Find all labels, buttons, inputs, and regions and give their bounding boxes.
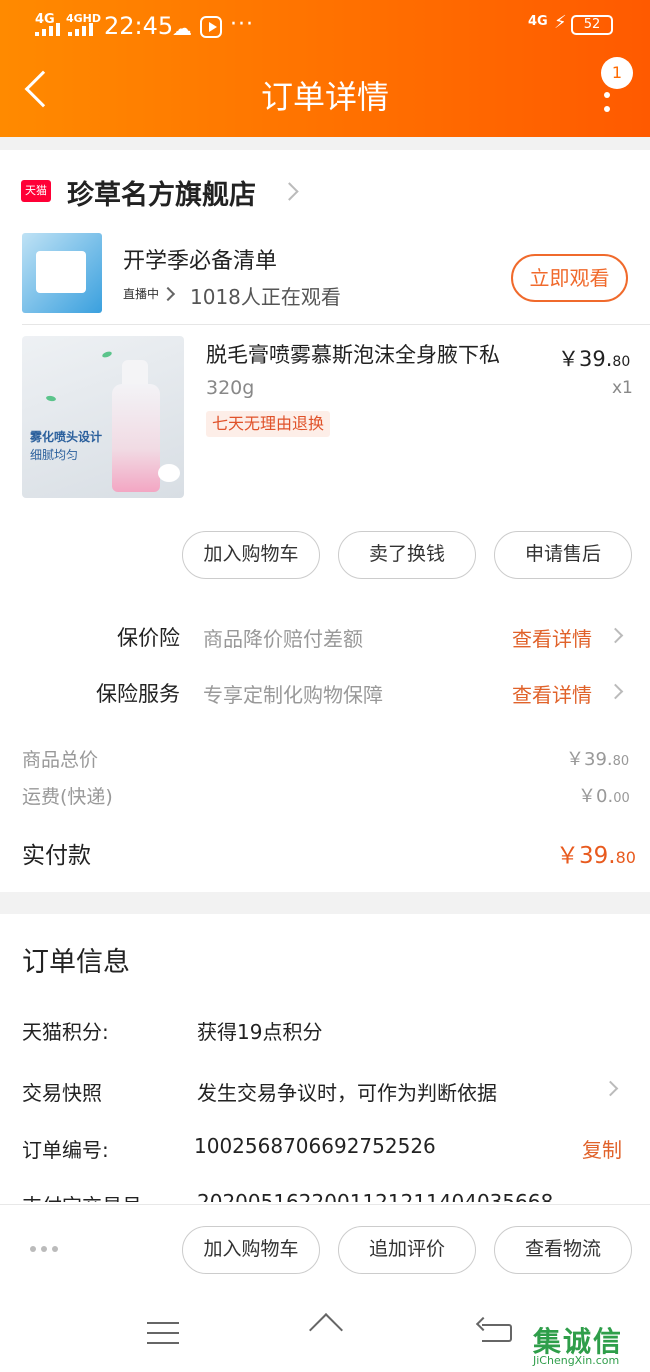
- points-value: 获得19点积分: [197, 1020, 323, 1044]
- network-label: 4G: [528, 14, 548, 29]
- live-status-tag: 直播中: [123, 287, 160, 301]
- video-app-icon: [200, 16, 222, 38]
- watermark-logo: 集诚信 JiChengXin.com: [533, 1320, 641, 1367]
- order-info-title: 订单信息: [22, 947, 130, 978]
- goods-total-value: ￥39.80: [566, 749, 630, 770]
- copy-order-number-button[interactable]: 复制: [582, 1134, 622, 1163]
- shop-name[interactable]: 珍草名方旗舰店: [67, 173, 256, 212]
- charging-icon: ⚡: [554, 12, 567, 33]
- home-icon[interactable]: [305, 1322, 345, 1342]
- price-protection-label: 保价险: [117, 626, 180, 650]
- leaf-icon: [101, 350, 113, 359]
- alipay-trade-label: 支付宝交易号:: [22, 1190, 149, 1202]
- clock: 22:45: [104, 12, 174, 40]
- paid-amount-label: 实付款: [22, 843, 91, 869]
- spray-can: [112, 384, 160, 492]
- resell-button[interactable]: 卖了换钱: [338, 531, 476, 579]
- points-label: 天猫积分:: [22, 1020, 109, 1044]
- order-number-value: 1002568706692752526: [194, 1134, 436, 1158]
- signal-bars-1-icon: [35, 22, 63, 36]
- page-title: 订单详情: [260, 78, 389, 116]
- insurance-desc: 专享定制化购物保障: [203, 683, 383, 707]
- tmall-logo: 天猫: [21, 180, 51, 202]
- after-sale-button[interactable]: 申请售后: [494, 531, 632, 579]
- signal-bars-2-icon: [68, 22, 96, 36]
- product-price: ￥39.80: [558, 347, 631, 371]
- leaf-icon: [45, 395, 57, 402]
- spray-nozzle: [122, 360, 148, 386]
- cloud-icon: ☁: [172, 16, 192, 40]
- watermark-url: JiChengXin.com: [533, 1354, 620, 1367]
- message-badge[interactable]: 1: [601, 57, 633, 89]
- more-notifications-icon: ···: [230, 12, 254, 37]
- battery-indicator: 52: [571, 15, 613, 35]
- view-logistics-button[interactable]: 查看物流: [494, 1226, 632, 1274]
- price-protection-link[interactable]: 查看详情: [512, 623, 592, 652]
- goods-total-label: 商品总价: [22, 749, 99, 771]
- product-spec: 320g: [206, 377, 255, 399]
- bottom-add-to-cart-button[interactable]: 加入购物车: [182, 1226, 320, 1274]
- add-review-button[interactable]: 追加评价: [338, 1226, 476, 1274]
- shipping-value: ￥0.00: [578, 786, 630, 807]
- order-number-label: 订单编号:: [22, 1138, 109, 1162]
- menu-icon[interactable]: [147, 1322, 179, 1344]
- price-protection-desc: 商品降价赔付差额: [203, 627, 363, 651]
- product-quantity: x1: [612, 378, 633, 398]
- return-policy-tag: 七天无理由退换: [206, 411, 331, 437]
- snapshot-label[interactable]: 交易快照: [22, 1077, 102, 1106]
- alipay-trade-value: 2020051622001121211404035668: [197, 1190, 554, 1202]
- nav-back-icon[interactable]: [482, 1324, 512, 1342]
- add-to-cart-button[interactable]: 加入购物车: [182, 531, 320, 579]
- live-title[interactable]: 开学季必备清单: [123, 243, 277, 275]
- paid-amount-value: ￥39.80: [556, 843, 636, 869]
- insurance-link[interactable]: 查看详情: [512, 679, 592, 708]
- status-bar: 4G 4GHD 22:45 ☁ ··· 4G ⚡ 52: [0, 0, 650, 52]
- product-image-text-1: 雾化喷头设计: [30, 430, 103, 444]
- product-name[interactable]: 脱毛膏喷雾慕斯泡沫全身腋下私: [206, 339, 500, 369]
- product-image[interactable]: 雾化喷头设计 细腻均匀: [22, 336, 184, 498]
- more-actions-icon[interactable]: [30, 1246, 60, 1252]
- watch-now-button[interactable]: 立即观看: [511, 254, 628, 302]
- foam-icon: [158, 464, 180, 482]
- shipping-label: 运费(快递): [22, 786, 113, 808]
- live-viewers: 1018人正在观看: [190, 285, 341, 309]
- product-image-text-2: 细腻均匀: [30, 448, 79, 462]
- snapshot-value[interactable]: 发生交易争议时，可作为判断依据: [197, 1077, 497, 1106]
- insurance-label: 保险服务: [96, 682, 180, 706]
- more-options-icon[interactable]: [604, 92, 610, 112]
- divider: [22, 324, 650, 325]
- live-thumbnail[interactable]: [22, 233, 102, 313]
